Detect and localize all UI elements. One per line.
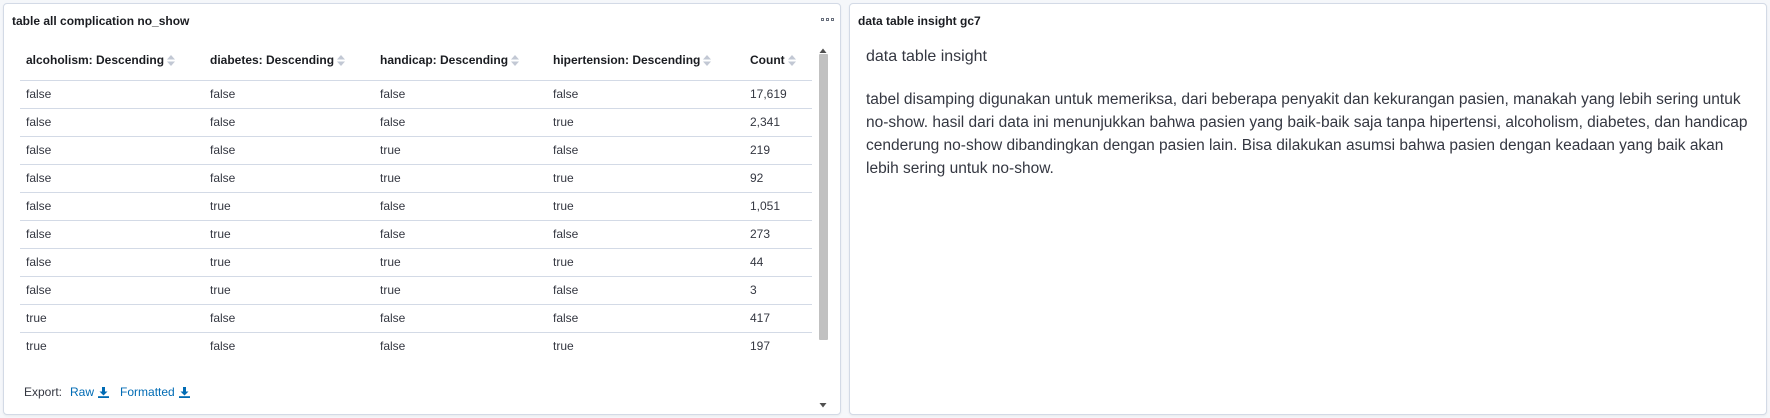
table-cell: false — [20, 192, 204, 221]
table-cell: false — [204, 108, 374, 137]
table-cell: 273 — [744, 220, 812, 249]
download-icon — [98, 386, 110, 398]
data-table-container: alcoholism: Descending diabetes: Descend… — [20, 40, 812, 353]
table-scrollbar[interactable] — [816, 40, 830, 408]
table-cell: false — [20, 220, 204, 249]
table-panel: table all complication no_show alcoholis… — [3, 3, 841, 415]
table-cell: true — [547, 248, 744, 277]
table-row: false false true true 92 — [20, 164, 812, 193]
scroll-up-arrow-icon[interactable] — [819, 42, 827, 53]
table-cell: true — [374, 276, 547, 305]
insight-heading: data table insight — [866, 48, 987, 65]
table-cell: false — [380, 339, 406, 354]
table-cell: false — [547, 304, 744, 333]
column-header-diabetes[interactable]: diabetes: Descending — [204, 40, 374, 81]
sort-icon[interactable] — [787, 55, 796, 67]
table-cell: false — [204, 80, 374, 109]
export-raw-link[interactable]: Raw — [70, 385, 110, 399]
column-header-hipertension[interactable]: hipertension: Descending — [547, 40, 744, 81]
table-cell: false — [204, 136, 374, 165]
column-header-count[interactable]: Count — [744, 40, 812, 81]
download-icon — [178, 386, 190, 398]
table-cell: false — [20, 276, 204, 305]
table-cell: false — [204, 164, 374, 193]
table-row: false true true true 44 — [20, 248, 812, 277]
export-row: Export: Raw Formatted — [24, 385, 201, 399]
insight-body-text: tabel disamping digunakan untuk memeriks… — [866, 91, 1748, 177]
table-cell: false — [547, 276, 744, 305]
table-cell: true — [547, 164, 744, 193]
table-cell: false — [20, 136, 204, 165]
sort-icon[interactable] — [167, 55, 176, 67]
table-row: false true false true 1,051 — [20, 192, 812, 221]
table-cell: true — [26, 339, 47, 354]
table-cell: false — [210, 339, 236, 354]
sort-icon[interactable] — [511, 55, 520, 67]
table-row: false false false false 17,619 — [20, 80, 812, 109]
table-cell: false — [547, 136, 744, 165]
table-cell: true — [374, 248, 547, 277]
table-cell: 1,051 — [744, 192, 812, 221]
table-cell: true — [553, 339, 574, 354]
table-cell: false — [374, 304, 547, 333]
table-cell: 219 — [744, 136, 812, 165]
table-cell: false — [20, 80, 204, 109]
table-cell: false — [374, 80, 547, 109]
table-cell: 197 — [750, 339, 771, 354]
table-cell: 3 — [744, 276, 812, 305]
data-table: alcoholism: Descending diabetes: Descend… — [20, 40, 812, 360]
table-row: false true true false 3 — [20, 276, 812, 305]
sort-icon[interactable] — [703, 55, 712, 67]
export-label: Export: — [24, 385, 63, 399]
table-row: true false false true 197 — [20, 332, 812, 360]
table-row: false true false false 273 — [20, 220, 812, 249]
table-cell: true — [374, 136, 547, 165]
table-cell: true — [204, 192, 374, 221]
table-cell: false — [547, 80, 744, 109]
table-cell: true — [374, 164, 547, 193]
table-header-row: alcoholism: Descending diabetes: Descend… — [20, 40, 812, 81]
insight-panel-title: data table insight gc7 — [858, 14, 981, 28]
table-row: false false false true 2,341 — [20, 108, 812, 137]
table-cell: false — [374, 220, 547, 249]
table-row: true false false false 417 — [20, 304, 812, 333]
table-cell: 92 — [744, 164, 812, 193]
table-cell: true — [547, 192, 744, 221]
table-cell: false — [547, 220, 744, 249]
table-cell: true — [204, 220, 374, 249]
table-cell: true — [204, 248, 374, 277]
table-cell: false — [374, 192, 547, 221]
table-cell: 17,619 — [744, 80, 812, 109]
sort-icon[interactable] — [337, 55, 346, 67]
table-cell: true — [547, 108, 744, 137]
scroll-down-arrow-icon[interactable] — [819, 396, 827, 408]
column-header-handicap[interactable]: handicap: Descending — [374, 40, 547, 81]
table-row: false false true false 219 — [20, 136, 812, 165]
table-cell: true — [204, 276, 374, 305]
table-panel-title: table all complication no_show — [12, 14, 190, 28]
panel-options-icon[interactable] — [818, 13, 836, 25]
table-cell: true — [20, 304, 204, 333]
insight-panel: data table insight gc7 data table insigh… — [849, 3, 1767, 415]
scrollbar-thumb[interactable] — [819, 54, 828, 340]
table-cell: 2,341 — [744, 108, 812, 137]
column-header-alcoholism[interactable]: alcoholism: Descending — [20, 40, 204, 81]
table-cell: false — [374, 108, 547, 137]
export-formatted-link[interactable]: Formatted — [120, 385, 190, 399]
table-cell: false — [20, 108, 204, 137]
table-cell: 44 — [744, 248, 812, 277]
table-cell: false — [204, 304, 374, 333]
table-cell: false — [20, 164, 204, 193]
table-cell: false — [20, 248, 204, 277]
table-cell: 417 — [744, 304, 812, 333]
